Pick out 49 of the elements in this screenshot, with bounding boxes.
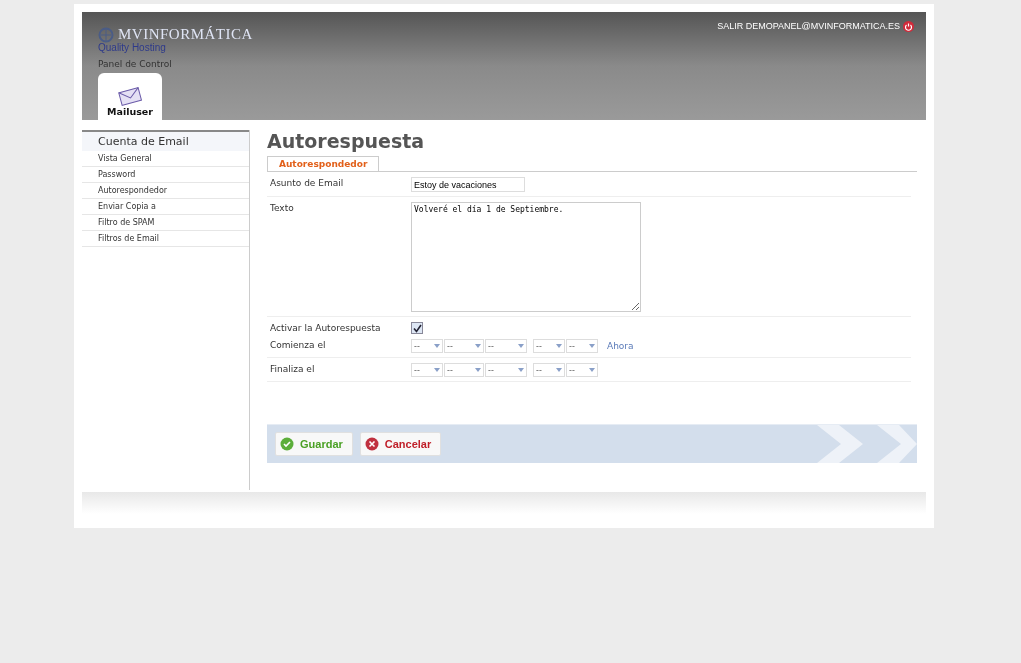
cancel-button[interactable]: Cancelar (359, 432, 442, 456)
date-dropdown[interactable]: -- (411, 339, 443, 353)
close-icon (364, 437, 379, 451)
dropdown-caret-icon (589, 344, 595, 348)
globe-icon (98, 26, 114, 43)
field-label: Texto (270, 202, 295, 213)
power-icon[interactable] (903, 20, 914, 32)
page-title: Autorespuesta (267, 130, 426, 152)
date-dropdown[interactable]: -- (411, 363, 443, 377)
sidebar-item[interactable]: Filtro de SPAM (82, 215, 249, 231)
date-dropdown[interactable]: -- (485, 339, 527, 353)
date-dropdown[interactable]: -- (566, 339, 598, 353)
logout-link[interactable]: SALIR DEMOPANEL@MVINFORMATICA.ES (717, 21, 900, 31)
date-dropdown[interactable]: -- (485, 363, 527, 377)
dropdown-caret-icon (475, 344, 481, 348)
sidebar-item[interactable]: Vista General (82, 151, 249, 167)
dropdown-caret-icon (589, 368, 595, 372)
sidebar-item[interactable]: Enviar Copia a (82, 199, 249, 215)
dropdown-caret-icon (518, 368, 524, 372)
tagline: Quality Hosting (98, 43, 167, 53)
now-link[interactable]: Ahora (607, 341, 634, 351)
section-tab[interactable]: Autorespondedor (267, 156, 380, 171)
dropdown-caret-icon (556, 368, 562, 372)
date-dropdown[interactable]: -- (533, 339, 565, 353)
sidebar-item[interactable]: Autorespondedor (82, 183, 249, 199)
message-textarea[interactable]: Volveré el día 1 de Septiembre. (411, 202, 641, 312)
panel-subtitle: Panel de Control (98, 59, 173, 69)
sidebar-item[interactable]: Filtros de Email (82, 231, 249, 247)
dropdown-caret-icon (434, 368, 440, 372)
date-dropdown[interactable]: -- (444, 339, 484, 353)
check-icon (280, 437, 294, 451)
activate-checkbox[interactable] (411, 322, 423, 334)
field-label: Finaliza el (270, 363, 316, 374)
envelope-icon (117, 86, 143, 106)
sidebar-item[interactable]: Password (82, 167, 249, 183)
dropdown-caret-icon (518, 344, 524, 348)
module-tab[interactable]: Mailuser (98, 73, 162, 120)
date-dropdown[interactable]: -- (533, 363, 565, 377)
field-label: Asunto de Email (270, 177, 345, 188)
field-label: Comienza el (270, 339, 327, 350)
subject-field[interactable]: Estoy de vacaciones (411, 177, 525, 192)
date-dropdown[interactable]: -- (566, 363, 598, 377)
sidebar-heading: Cuenta de Email (82, 130, 249, 151)
logo-text: MVINFORMÁTICA (118, 26, 253, 43)
date-dropdown[interactable]: -- (444, 363, 484, 377)
dropdown-caret-icon (434, 344, 440, 348)
field-label: Activar la Autorespuesta (270, 322, 382, 333)
dropdown-caret-icon (556, 344, 562, 348)
dropdown-caret-icon (475, 368, 481, 372)
